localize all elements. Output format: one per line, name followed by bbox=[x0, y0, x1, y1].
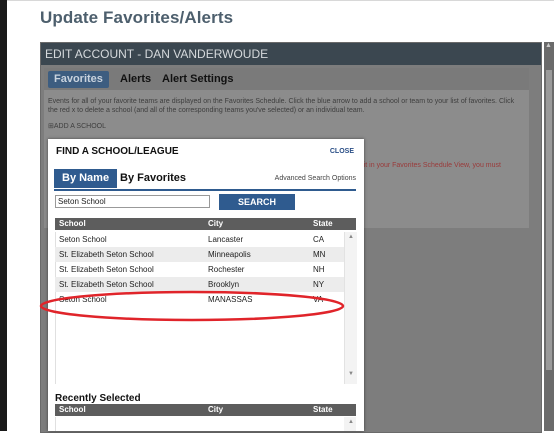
tab-favorites[interactable]: Favorites bbox=[48, 71, 109, 88]
scroll-up-icon[interactable]: ▲ bbox=[348, 234, 354, 240]
tab-alerts[interactable]: Alerts bbox=[120, 71, 151, 88]
add-school-link[interactable]: ⊞ADD A SCHOOL bbox=[48, 122, 106, 130]
recently-selected-title: Recently Selected bbox=[55, 393, 141, 404]
highlight-ellipse bbox=[39, 290, 345, 322]
column-city: City bbox=[208, 219, 224, 228]
cell-school: St. Elizabeth Seton School bbox=[59, 265, 154, 274]
page-scroll-thumb[interactable] bbox=[546, 70, 552, 370]
modal-title: FIND A SCHOOL/LEAGUE bbox=[56, 146, 179, 157]
cell-city: Lancaster bbox=[208, 235, 244, 244]
search-input[interactable] bbox=[55, 195, 210, 208]
search-button[interactable]: SEARCH bbox=[219, 194, 295, 210]
favorites-description: Events for all of your favorite teams ar… bbox=[48, 98, 515, 114]
table-row[interactable]: St. Elizabeth Seton School Minneapolis M… bbox=[55, 247, 356, 262]
cell-city: Minneapolis bbox=[208, 250, 251, 259]
window-left-edge bbox=[0, 0, 7, 431]
cell-school: St. Elizabeth Seton School bbox=[59, 250, 154, 259]
find-school-modal: FIND A SCHOOL/LEAGUE CLOSE By Name By Fa… bbox=[48, 139, 364, 431]
recent-list bbox=[55, 417, 357, 431]
top-divider bbox=[7, 0, 554, 1]
table-row[interactable]: Seton School Lancaster CA bbox=[55, 232, 356, 247]
table-row[interactable]: St. Elizabeth Seton School Rochester NH bbox=[55, 262, 356, 277]
page-title: Update Favorites/Alerts bbox=[40, 8, 234, 27]
column-school: School bbox=[59, 405, 86, 414]
tab-by-name[interactable]: By Name bbox=[54, 169, 118, 188]
cell-school: Seton School bbox=[59, 235, 107, 244]
results-header: School City State bbox=[55, 218, 356, 230]
column-city: City bbox=[208, 405, 224, 414]
tab-underline bbox=[54, 189, 356, 191]
account-tabbar: Favorites Alerts Alert Settings bbox=[44, 68, 529, 90]
scroll-up-icon[interactable]: ▲ bbox=[545, 42, 552, 49]
advanced-search-link[interactable]: Advanced Search Options bbox=[275, 175, 356, 182]
scroll-up-icon[interactable]: ▲ bbox=[348, 419, 354, 425]
column-state: State bbox=[313, 219, 333, 228]
cell-city: Rochester bbox=[208, 265, 245, 274]
column-school: School bbox=[59, 219, 86, 228]
account-header: EDIT ACCOUNT - DAN VANDERWOUDE bbox=[41, 43, 541, 65]
recent-header: School City State bbox=[55, 404, 356, 416]
cell-state: MN bbox=[313, 250, 326, 259]
column-state: State bbox=[313, 405, 333, 414]
cell-state: CA bbox=[313, 235, 325, 244]
tab-by-favorites[interactable]: By Favorites bbox=[120, 169, 186, 188]
scroll-down-icon[interactable]: ▼ bbox=[348, 371, 354, 377]
cell-state: NH bbox=[313, 265, 325, 274]
tab-alert-settings[interactable]: Alert Settings bbox=[162, 71, 234, 88]
schedule-note: de it in your Favorites Schedule View, y… bbox=[354, 162, 501, 169]
close-button[interactable]: CLOSE bbox=[330, 148, 354, 155]
